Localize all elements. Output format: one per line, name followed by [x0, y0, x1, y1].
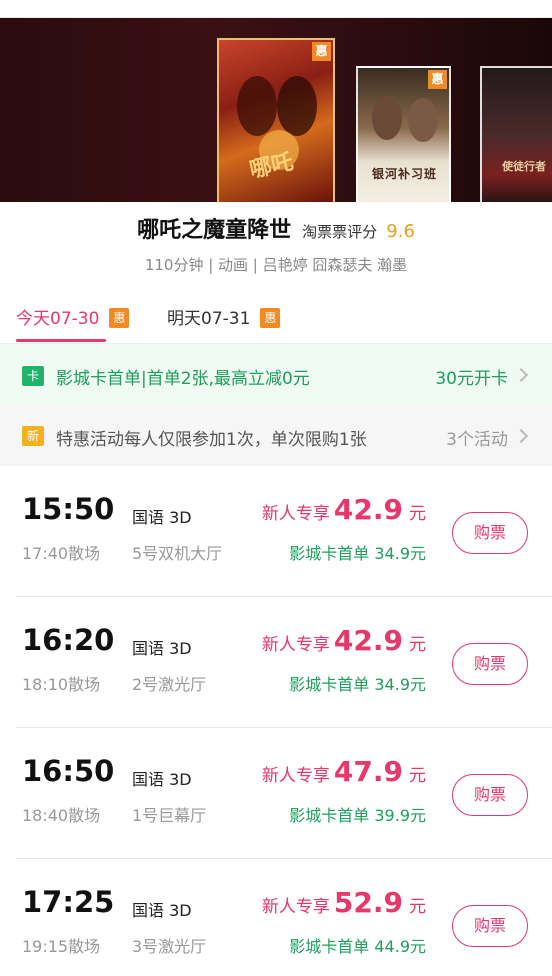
open-card-link[interactable]: 30元开卡 [435, 364, 508, 389]
poster-figure [237, 76, 277, 136]
new-icon: 新 [22, 426, 44, 446]
poster-logo-art: 银河补习班 [372, 167, 438, 181]
card-first-order-price: 影城卡首单 34.9元 [289, 544, 426, 563]
movie-meta: 110分钟 | 动画 | 吕艳婷 囧森瑟夫 瀚墨 [144, 256, 408, 274]
movie-title: 哪吒之魔童降世 [137, 218, 292, 243]
poster-movie-3[interactable]: 使徒行者 [480, 66, 552, 202]
session-end-time: 18:10散场 [22, 675, 101, 694]
chevron-right-icon [513, 367, 529, 383]
poster-figure [277, 76, 317, 136]
discount-badge: 惠 [109, 308, 130, 328]
card-first-order-price: 影城卡首单 39.9元 [289, 806, 426, 825]
price-unit: 元 [409, 635, 426, 655]
card-first-order-price: 影城卡首单 44.9元 [289, 937, 426, 956]
session-language: 国语 3D [132, 901, 192, 920]
buy-ticket-button[interactable]: 购票 [452, 643, 528, 685]
movie-poster-banner: 哪吒 惠 银河补习班 惠 使徒行者 [0, 18, 552, 202]
session-list: 15:50 17:40散场 国语 3D 5号双机大厅 新人专享 42.9 元 影城卡… [0, 466, 552, 976]
session-row[interactable]: 16:20 18:10散场 国语 3D 2号激光厅 新人专享 42.9 元 影城卡首… [0, 597, 552, 728]
active-tab-underline [16, 339, 106, 342]
top-status-strip [0, 0, 552, 18]
tab-label: 今天07-30 [16, 309, 100, 329]
discount-badge: 惠 [312, 42, 331, 61]
session-price: 新人专享 42.9 元 [262, 624, 426, 657]
date-tabs: 今天07-30 惠 明天07-31 惠 [0, 288, 552, 344]
price-prefix: 新人专享 [261, 897, 330, 917]
price-prefix: 新人专享 [261, 635, 330, 655]
session-start-time: 16:50 [22, 754, 115, 788]
session-start-time: 17:25 [22, 885, 115, 919]
price-value: 42.9 [333, 624, 403, 657]
session-language: 国语 3D [132, 770, 192, 789]
price-value: 42.9 [333, 493, 403, 526]
poster-current-movie[interactable]: 哪吒 惠 [217, 38, 335, 202]
session-language: 国语 3D [132, 508, 192, 527]
price-unit: 元 [409, 504, 426, 524]
session-end-time: 19:15散场 [22, 937, 101, 956]
session-price: 新人专享 52.9 元 [262, 886, 426, 919]
price-unit: 元 [409, 897, 426, 917]
rating-label: 淘票票评分 [302, 223, 378, 241]
session-hall: 5号双机大厅 [132, 544, 223, 563]
session-row[interactable]: 17:25 19:15散场 国语 3D 3号激光厅 新人专享 52.9 元 影城卡首… [0, 859, 552, 976]
buy-ticket-button[interactable]: 购票 [452, 774, 528, 816]
session-end-time: 17:40散场 [22, 544, 101, 563]
tab-today[interactable]: 今天07-30 惠 [16, 304, 130, 329]
cinema-card-promo[interactable]: 卡 影城卡首单|首单2张,最高立减0元 30元开卡 [0, 344, 552, 406]
price-value: 52.9 [333, 886, 403, 919]
activity-promo-text: 特惠活动每人仅限参加1次，单次限购1张 [56, 430, 367, 450]
movie-title-row: 哪吒之魔童降世 淘票票评分 9.6 [0, 212, 552, 244]
session-hall: 3号激光厅 [132, 937, 207, 956]
chevron-right-icon [513, 428, 529, 444]
poster-figure [408, 98, 438, 142]
poster-logo-art: 哪吒 [247, 148, 296, 184]
discount-badge: 惠 [428, 70, 447, 89]
rating-value: 9.6 [386, 221, 415, 242]
discount-badge: 惠 [260, 308, 281, 328]
poster-logo-art: 使徒行者 [502, 160, 546, 173]
card-first-order-price: 影城卡首单 34.9元 [289, 675, 426, 694]
session-row[interactable]: 15:50 17:40散场 国语 3D 5号双机大厅 新人专享 42.9 元 影城卡… [0, 466, 552, 597]
card-icon: 卡 [22, 366, 44, 386]
buy-ticket-button[interactable]: 购票 [452, 905, 528, 947]
activity-promo[interactable]: 新 特惠活动每人仅限参加1次，单次限购1张 3个活动 [0, 406, 552, 466]
poster-figure [372, 96, 402, 140]
session-start-time: 15:50 [22, 492, 115, 526]
price-value: 47.9 [333, 755, 403, 788]
session-price: 新人专享 47.9 元 [262, 755, 426, 788]
card-promo-text: 影城卡首单|首单2张,最高立减0元 [56, 369, 310, 389]
session-hall: 1号巨幕厅 [132, 806, 207, 825]
buy-ticket-button[interactable]: 购票 [452, 512, 528, 554]
session-hall: 2号激光厅 [132, 675, 207, 694]
session-row[interactable]: 16:50 18:40散场 国语 3D 1号巨幕厅 新人专享 47.9 元 影城卡首… [0, 728, 552, 859]
price-prefix: 新人专享 [261, 504, 330, 524]
price-prefix: 新人专享 [261, 766, 330, 786]
tab-label: 明天07-31 [167, 309, 251, 329]
price-unit: 元 [409, 766, 426, 786]
activity-count[interactable]: 3个活动 [446, 425, 508, 450]
session-end-time: 18:40散场 [22, 806, 101, 825]
session-price: 新人专享 42.9 元 [262, 493, 426, 526]
session-start-time: 16:20 [22, 623, 115, 657]
session-language: 国语 3D [132, 639, 192, 658]
tab-tomorrow[interactable]: 明天07-31 惠 [167, 304, 281, 329]
poster-movie-2[interactable]: 银河补习班 惠 [356, 66, 451, 202]
